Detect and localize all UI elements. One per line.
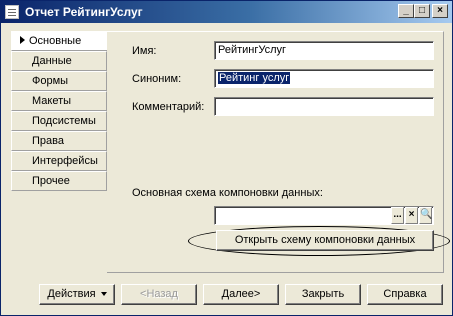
window-title: Отчет РейтингУслуг [25,5,143,19]
select-schema-button[interactable]: ... [391,207,404,224]
title-bar: Отчет РейтингУслуг _ □ × [1,1,452,23]
tab-forms[interactable]: Формы [11,71,107,91]
actions-button[interactable]: Действия [39,284,115,305]
close-window-button[interactable]: × [432,4,448,18]
schema-label: Основная схема компоновки данных: [132,187,323,199]
synonym-label: Синоним: [132,73,182,85]
chevron-down-icon [100,292,107,297]
open-schema-button[interactable]: Открыть схему компоновки данных [216,230,434,251]
back-button[interactable]: <Назад [121,284,197,305]
tab-interfaces[interactable]: Интерфейсы [11,151,107,171]
current-tab-arrow-icon [20,36,25,44]
minimize-button[interactable]: _ [398,4,414,18]
report-properties-window: Отчет РейтингУслуг _ □ × Основные Данные… [0,0,453,316]
tab-other[interactable]: Прочее [11,171,107,191]
tab-templates[interactable]: Макеты [11,91,107,111]
tab-rights[interactable]: Права [11,131,107,151]
window-icon [5,5,19,19]
help-button[interactable]: Справка [367,284,443,305]
comment-label: Комментарий: [132,101,205,113]
maximize-button[interactable]: □ [414,4,430,18]
tab-data[interactable]: Данные [11,51,107,71]
synonym-selected-text: Рейтинг услуг [218,72,291,84]
name-label: Имя: [132,45,157,57]
close-button[interactable]: Закрыть [285,284,361,305]
tab-main[interactable]: Основные [11,31,111,51]
schema-field[interactable]: ... × 🔍 [214,206,434,225]
comment-field[interactable] [214,97,434,116]
open-schema-search-icon[interactable]: 🔍 [419,207,432,224]
tab-subsystems[interactable]: Подсистемы [11,111,107,131]
tab-list: Основные Данные Формы Макеты Подсистемы … [11,31,111,191]
clear-schema-button[interactable]: × [405,207,418,224]
synonym-field[interactable]: Рейтинг услуг [214,69,434,88]
name-field[interactable]: РейтингУслуг [214,41,434,60]
next-button[interactable]: Далее> [203,284,279,305]
